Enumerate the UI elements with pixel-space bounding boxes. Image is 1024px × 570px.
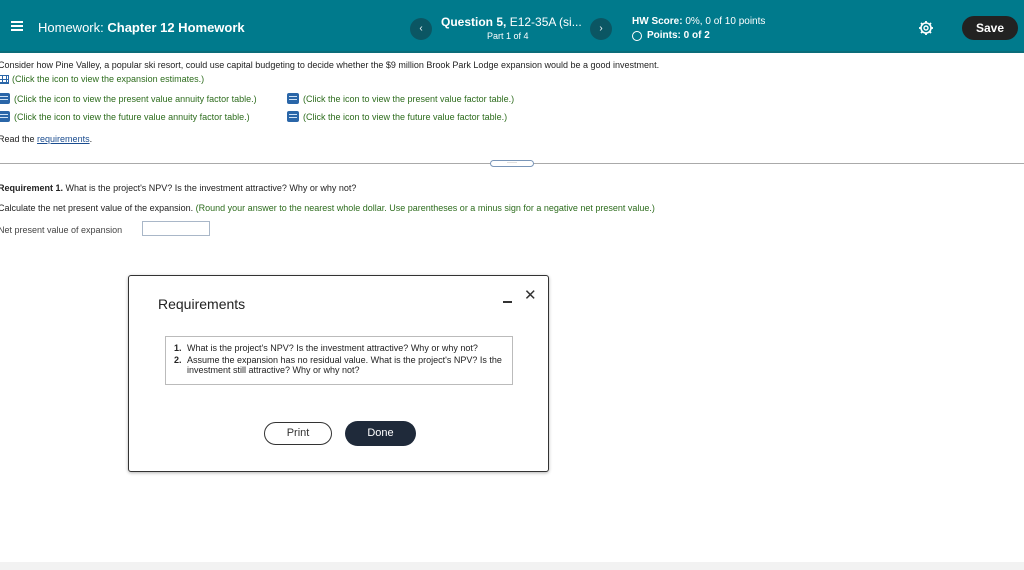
expand-handle[interactable]: ····· [490, 160, 534, 167]
minimize-icon[interactable] [503, 301, 512, 303]
book-icon [0, 93, 10, 104]
hw-score-label: HW Score: [632, 16, 683, 27]
item-number: 1. [174, 343, 182, 353]
question-id: E12-35A (si... [509, 15, 582, 29]
gear-icon[interactable] [918, 20, 934, 36]
points: Points: 0 of 2 [632, 30, 710, 41]
next-question-button[interactable]: › [590, 18, 612, 40]
calculation-text: Calculate the net present value of the e… [0, 203, 194, 213]
fv-annuity-link[interactable]: (Click the icon to view the future value… [0, 111, 250, 122]
expansion-estimates-link[interactable]: (Click the icon to view the expansion es… [0, 74, 204, 84]
question-title: Question 5, E12-35A (si... [441, 15, 582, 29]
fv-factor-text: (Click the icon to view the future value… [303, 111, 508, 122]
item-text: Assume the expansion has no residual val… [187, 355, 502, 375]
close-icon[interactable]: ✕ [524, 286, 537, 304]
question-label: Question 5, [441, 15, 507, 29]
requirements-dialog: Requirements ✕ 1. What is the project's … [128, 275, 549, 472]
top-bar: Homework: Chapter 12 Homework ‹ Question… [0, 0, 1024, 53]
expansion-estimates-text: (Click the icon to view the expansion es… [12, 74, 205, 84]
pv-annuity-link[interactable]: (Click the icon to view the present valu… [0, 93, 257, 104]
list-item: 2. Assume the expansion has no residual … [174, 355, 504, 375]
homework-name: Chapter 12 Homework [107, 20, 245, 35]
book-icon [287, 93, 299, 104]
npv-label: Net present value of expansion [0, 225, 123, 235]
print-button[interactable]: Print [264, 422, 332, 445]
item-number: 2. [174, 355, 182, 365]
read-prefix: Read the [0, 134, 35, 144]
footer-bar [0, 562, 1024, 570]
save-button[interactable]: Save [962, 16, 1018, 40]
requirement-1-text: What is the project's NPV? Is the invest… [65, 183, 357, 193]
list-item: 1. What is the project's NPV? Is the inv… [174, 343, 504, 353]
dialog-title: Requirements [158, 296, 246, 312]
fv-factor-link[interactable]: (Click the icon to view the future value… [287, 111, 507, 122]
calculation-hint: (Round your answer to the nearest whole … [195, 203, 655, 213]
requirement-1: Requirement 1. What is the project's NPV… [0, 183, 356, 193]
done-button[interactable]: Done [345, 421, 416, 446]
pv-factor-link[interactable]: (Click the icon to view the present valu… [287, 93, 514, 104]
fv-annuity-text: (Click the icon to view the future value… [14, 111, 250, 122]
question-part: Part 1 of 4 [487, 31, 529, 41]
progress-circle-icon [632, 30, 642, 41]
item-text: What is the project's NPV? Is the invest… [187, 343, 478, 353]
requirement-1-label: Requirement 1. [0, 183, 64, 193]
book-icon [0, 111, 10, 122]
question-intro: Consider how Pine Valley, a popular ski … [0, 60, 660, 70]
pv-factor-text: (Click the icon to view the present valu… [303, 93, 515, 104]
homework-title: Homework: Chapter 12 Homework [38, 20, 245, 35]
requirements-link[interactable]: requirements [37, 134, 90, 144]
table-icon [0, 74, 9, 84]
points-label: Points: [647, 30, 681, 41]
points-value: 0 of 2 [683, 30, 710, 41]
read-suffix: . [89, 134, 93, 144]
pv-annuity-text: (Click the icon to view the present valu… [14, 93, 257, 104]
book-icon [287, 111, 299, 122]
hw-score: HW Score: 0%, 0 of 10 points [632, 16, 765, 27]
hw-score-value: 0%, 0 of 10 points [685, 16, 766, 27]
calculation-instruction: Calculate the net present value of the e… [0, 203, 655, 213]
previous-question-button[interactable]: ‹ [410, 18, 432, 40]
requirements-list: 1. What is the project's NPV? Is the inv… [165, 336, 513, 385]
homework-prefix: Homework: [38, 20, 104, 35]
read-requirements: Read the requirements. [0, 134, 92, 144]
npv-input[interactable] [142, 221, 210, 236]
menu-icon[interactable] [11, 21, 23, 31]
